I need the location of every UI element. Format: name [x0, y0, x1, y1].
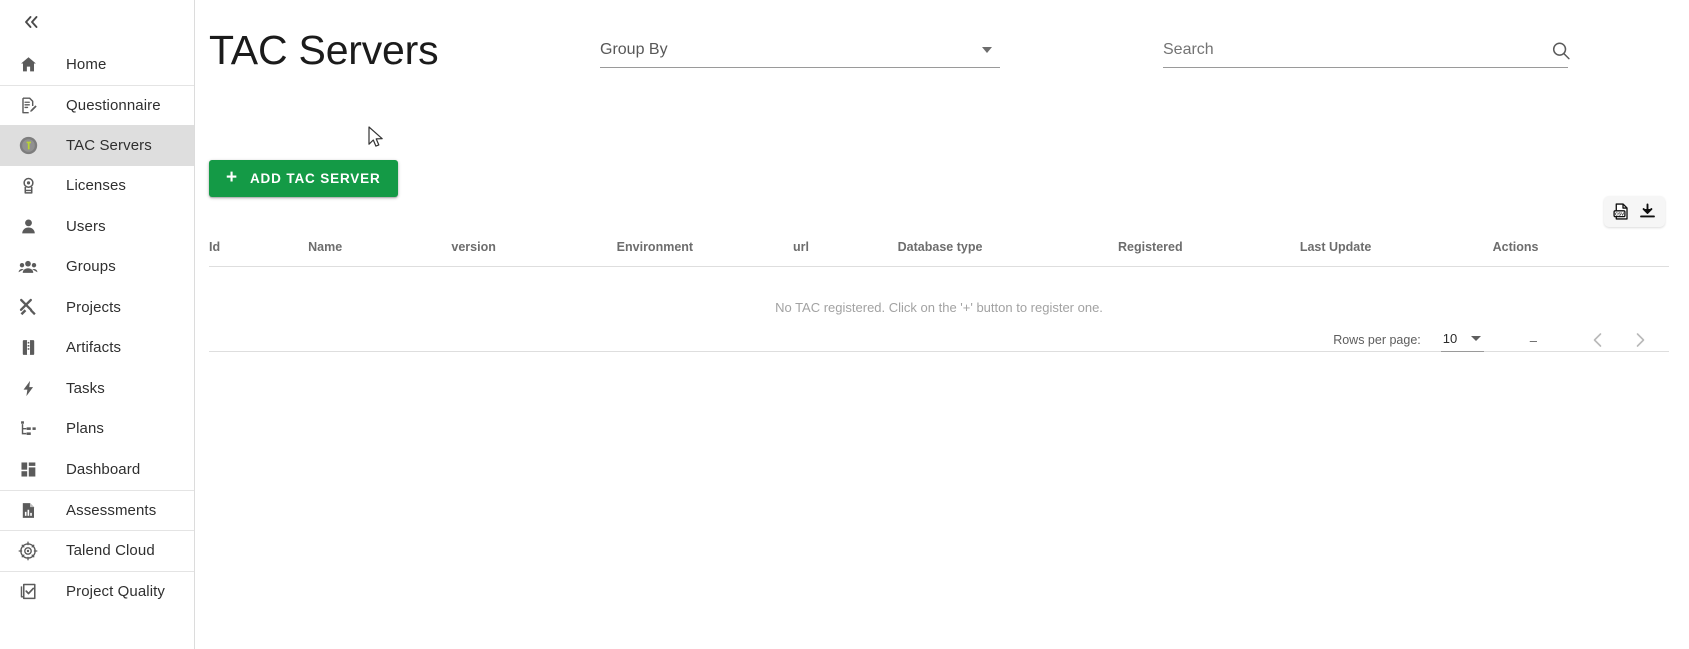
- groups-icon: [11, 257, 45, 277]
- search-field[interactable]: [1163, 40, 1570, 68]
- search-icon[interactable]: [1550, 40, 1572, 67]
- quality-check-icon: [11, 582, 45, 601]
- table-pagination: Rows per page: 10 –: [1333, 318, 1661, 362]
- rows-per-page-select[interactable]: 10: [1440, 329, 1484, 352]
- chevron-right-icon: [1636, 333, 1645, 347]
- table-column-header[interactable]: Last Update: [1300, 240, 1493, 267]
- sidebar-item-users[interactable]: Users: [0, 206, 194, 247]
- previous-page-button[interactable]: [1577, 319, 1619, 361]
- sidebar-item-artifacts[interactable]: Artifacts: [0, 328, 194, 369]
- pagination-range-text: –: [1529, 332, 1537, 348]
- sidebar-item-licenses[interactable]: Licenses: [0, 166, 194, 207]
- group-by-field[interactable]: Group By: [600, 40, 1000, 68]
- cloud-target-icon: [11, 541, 45, 561]
- sidebar-item-label: Dashboard: [66, 460, 141, 478]
- dashboard-icon: [11, 460, 45, 479]
- page-header: TAC Servers Group By: [195, 0, 1689, 95]
- talend-t-icon: [11, 135, 45, 156]
- sidebar-item-talend-cloud[interactable]: Talend Cloud: [0, 530, 194, 571]
- sidebar-item-label: Licenses: [66, 177, 127, 195]
- chevron-double-left-icon: [25, 16, 38, 28]
- questionnaire-icon: [11, 96, 45, 115]
- sidebar-item-label: Artifacts: [66, 339, 122, 357]
- table-header-row: Id Name version Environment url Database type…: [209, 240, 1669, 267]
- user-icon: [11, 217, 45, 236]
- report-chart-icon: [11, 501, 45, 520]
- license-badge-icon: [11, 176, 45, 195]
- sidebar-item-label: Project Quality: [66, 582, 166, 600]
- sidebar-item-assessments[interactable]: Assessments: [0, 489, 194, 531]
- tools-icon: [11, 297, 45, 317]
- add-tac-server-button[interactable]: + ADD TAC SERVER: [209, 160, 398, 197]
- sidebar-collapse-row: [0, 0, 194, 44]
- table-column-header[interactable]: Name: [308, 240, 451, 267]
- application-window: Home Questionnaire TAC Servers Licenses User…: [0, 0, 1689, 649]
- lightning-icon: [11, 379, 45, 398]
- table-column-header[interactable]: Database type: [898, 240, 1118, 267]
- table-column-header[interactable]: url: [793, 240, 898, 267]
- rows-per-page-label: Rows per page:: [1333, 333, 1421, 347]
- sidebar-item-questionnaire[interactable]: Questionnaire: [0, 84, 194, 126]
- csv-export-icon[interactable]: CSV: [1612, 202, 1631, 221]
- sidebar-item-label: Home: [66, 55, 107, 73]
- sidebar-collapse-button[interactable]: [18, 9, 44, 35]
- sidebar-item-label: Plans: [66, 420, 105, 438]
- plan-tree-icon: [11, 419, 45, 438]
- home-icon: [11, 55, 45, 74]
- sidebar-item-dashboard[interactable]: Dashboard: [0, 449, 194, 490]
- svg-text:CSV: CSV: [1615, 211, 1624, 216]
- sidebar-item-list: Home Questionnaire TAC Servers Licenses User…: [0, 44, 194, 611]
- artifact-icon: [11, 338, 45, 357]
- group-by-label: Group By: [600, 41, 668, 58]
- sidebar-item-tac-servers[interactable]: TAC Servers: [0, 125, 194, 166]
- sidebar-navigation: Home Questionnaire TAC Servers Licenses User…: [0, 0, 195, 649]
- sidebar-item-tasks[interactable]: Tasks: [0, 368, 194, 409]
- sidebar-item-home[interactable]: Home: [0, 44, 194, 85]
- sidebar-item-groups[interactable]: Groups: [0, 247, 194, 288]
- rows-per-page-value: 10: [1442, 330, 1458, 346]
- table-column-header[interactable]: Registered: [1118, 240, 1300, 267]
- table-column-header[interactable]: Actions: [1493, 240, 1669, 267]
- download-icon[interactable]: [1638, 202, 1657, 221]
- table-column-header[interactable]: version: [451, 240, 616, 267]
- main-content: TAC Servers Group By Search + ADD TAC SE…: [195, 0, 1689, 649]
- sidebar-item-label: Talend Cloud: [66, 542, 155, 560]
- sidebar-item-label: Projects: [66, 298, 121, 316]
- table-header: Id Name version Environment url Database type…: [209, 240, 1669, 267]
- group-by-control[interactable]: Group By: [600, 40, 1000, 68]
- add-tac-server-label: ADD TAC SERVER: [249, 171, 381, 186]
- sidebar-item-project-quality[interactable]: Project Quality: [0, 570, 194, 612]
- export-toolbar: CSV: [1604, 196, 1665, 227]
- table-column-header[interactable]: Id: [209, 240, 308, 267]
- sidebar-item-projects[interactable]: Projects: [0, 287, 194, 328]
- sidebar-item-label: Assessments: [66, 501, 157, 519]
- page-title: TAC Servers: [209, 27, 439, 73]
- search-control[interactable]: [1163, 40, 1570, 68]
- sidebar-item-label: TAC Servers: [66, 136, 152, 154]
- sidebar-item-label: Questionnaire: [66, 96, 161, 114]
- next-page-button[interactable]: [1619, 319, 1661, 361]
- chevron-down-icon[interactable]: [982, 47, 992, 53]
- table-column-header[interactable]: Environment: [617, 240, 793, 267]
- chevron-left-icon: [1593, 333, 1602, 347]
- sidebar-item-label: Groups: [66, 258, 116, 276]
- chevron-down-icon: [1471, 335, 1482, 341]
- sidebar-item-label: Users: [66, 217, 106, 235]
- sidebar-item-plans[interactable]: Plans: [0, 409, 194, 450]
- search-input[interactable]: [1163, 40, 1533, 60]
- sidebar-item-label: Tasks: [66, 379, 105, 397]
- plus-icon: +: [226, 167, 238, 188]
